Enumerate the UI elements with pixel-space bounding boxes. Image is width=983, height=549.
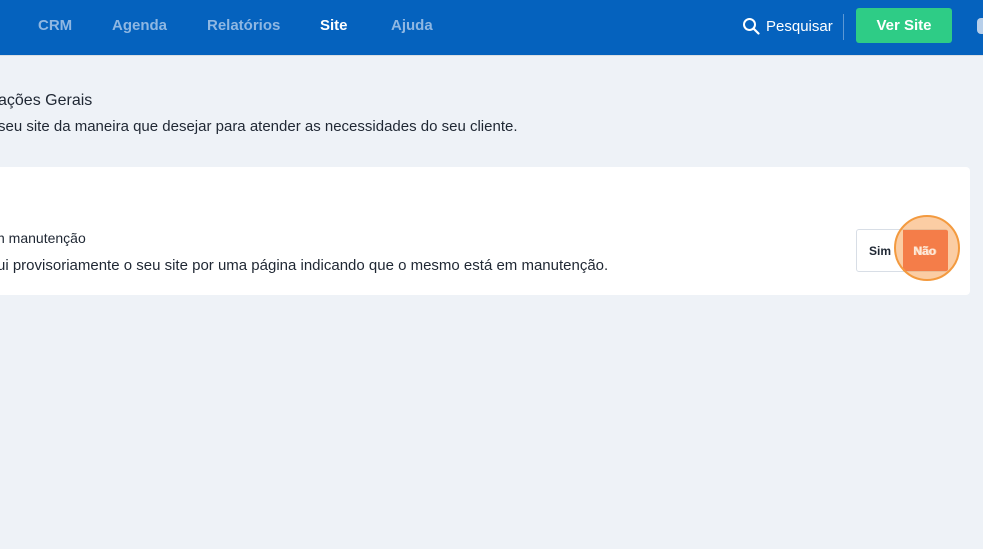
top-navigation-bar: CRM Agenda Relatórios Site Ajuda Pesquis… — [0, 0, 983, 55]
maintenance-toggle: Sim Não — [856, 229, 948, 272]
search-button[interactable]: Pesquisar — [742, 16, 833, 36]
maintenance-setting-title: n manutenção — [0, 230, 86, 246]
ver-site-button[interactable]: Ver Site — [856, 8, 952, 43]
maintenance-setting-description: ui provisoriamente o seu site por uma pá… — [0, 257, 609, 274]
nav-item-relatorios[interactable]: Relatórios — [207, 17, 280, 34]
toggle-option-sim[interactable]: Sim — [857, 230, 903, 271]
notification-icon[interactable] — [977, 18, 983, 34]
nav-item-agenda[interactable]: Agenda — [112, 17, 167, 34]
section-subtitle: seu site da maneira que desejar para ate… — [0, 118, 518, 135]
nav-item-site[interactable]: Site — [320, 17, 348, 34]
nav-item-crm[interactable]: CRM — [38, 17, 72, 34]
settings-card — [0, 167, 970, 295]
nav-divider — [843, 14, 844, 40]
section-title: ações Gerais — [0, 92, 93, 109]
nav-item-ajuda[interactable]: Ajuda — [391, 17, 433, 34]
toggle-option-nao[interactable]: Não — [903, 230, 948, 271]
search-label: Pesquisar — [766, 17, 833, 35]
search-icon — [743, 18, 760, 35]
